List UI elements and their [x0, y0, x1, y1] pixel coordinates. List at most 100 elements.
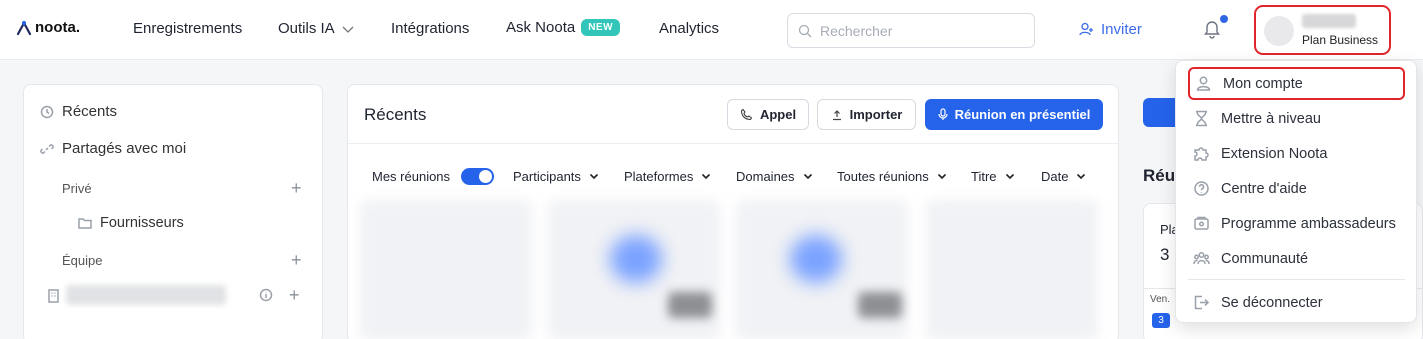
- logout-icon: [1194, 295, 1210, 310]
- logout-label: Se déconnecter: [1221, 294, 1323, 311]
- menu-item-logout[interactable]: Se déconnecter: [1176, 286, 1416, 319]
- menu-item-ambassador-program[interactable]: Programme ambassadeurs: [1176, 207, 1416, 240]
- invite-button[interactable]: Inviter: [1079, 21, 1142, 38]
- nav-analytics[interactable]: Analytics: [659, 20, 719, 37]
- domains-filter[interactable]: Domaines: [736, 169, 813, 184]
- team-section-label: Équipe: [62, 253, 103, 268]
- blurred-meeting-graphic: [790, 235, 842, 283]
- notification-dot: [1220, 15, 1228, 23]
- avatar: [1264, 16, 1294, 46]
- gift-card-icon: [1194, 216, 1209, 230]
- search-box[interactable]: [787, 13, 1035, 48]
- menu-item-extension[interactable]: Extension Noota: [1176, 137, 1416, 170]
- call-button-label: Appel: [759, 107, 797, 122]
- info-icon[interactable]: [259, 288, 273, 302]
- meeting-card[interactable]: [360, 200, 532, 339]
- link-icon: [40, 143, 54, 154]
- in-person-meeting-label: Réunion en présentiel: [954, 107, 1091, 122]
- plan-label: Plan Business: [1302, 33, 1379, 47]
- add-team-item-button[interactable]: +: [289, 286, 300, 304]
- folder-icon: [78, 218, 92, 229]
- title-filter-label: Titre: [971, 169, 997, 184]
- domains-filter-label: Domaines: [736, 169, 795, 184]
- title-filter[interactable]: Titre: [971, 169, 1015, 184]
- nav-recordings-label: Enregistrements: [133, 20, 243, 37]
- nav-ask-noota-label: Ask Noota: [506, 19, 576, 36]
- top-navigation-bar: noota. Enregistrements Outils IA Intégra…: [0, 0, 1423, 60]
- new-badge: NEW: [581, 19, 621, 36]
- my-meetings-label: Mes réunions: [372, 169, 451, 184]
- participants-filter-label: Participants: [513, 169, 581, 184]
- menu-item-label: Centre d'aide: [1221, 180, 1307, 197]
- sidebar-item-recent[interactable]: Récents: [40, 103, 117, 120]
- blurred-team-name[interactable]: [66, 285, 226, 305]
- search-icon: [798, 24, 812, 37]
- blurred-duration-badge: [668, 292, 712, 318]
- nav-integrations[interactable]: Intégrations: [391, 20, 469, 37]
- card-value: 3: [1160, 245, 1170, 264]
- hourglass-icon: [1196, 110, 1207, 127]
- sidebar-item-recent-label: Récents: [62, 103, 118, 120]
- upload-icon: [832, 109, 841, 120]
- import-button-label: Importer: [849, 107, 903, 122]
- right-panel-title: Réu: [1143, 166, 1176, 185]
- menu-item-label: Programme ambassadeurs: [1221, 215, 1396, 232]
- chevron-down-icon: [342, 26, 354, 33]
- date-filter-label: Date: [1041, 169, 1069, 184]
- nav-ask-noota[interactable]: Ask Noota NEW: [506, 19, 621, 36]
- menu-item-label: Communauté: [1221, 250, 1309, 267]
- account-dropdown-menu: Mon compte Mettre à niveau Extension Noo…: [1175, 60, 1417, 323]
- my-meetings-filter-label: Mes réunions: [372, 169, 450, 184]
- nav-integrations-label: Intégrations: [391, 20, 470, 37]
- chevron-down-icon: [803, 173, 812, 180]
- platforms-filter-label: Plateformes: [624, 169, 694, 184]
- chevron-down-icon: [589, 173, 598, 180]
- nav-recordings[interactable]: Enregistrements: [133, 20, 242, 37]
- sidebar-item-shared[interactable]: Partagés avec moi: [40, 140, 186, 157]
- platforms-filter[interactable]: Plateformes: [624, 169, 711, 184]
- users-icon: [1193, 252, 1210, 265]
- help-circle-icon: [1194, 181, 1209, 196]
- add-user-icon: [1079, 22, 1093, 36]
- import-button[interactable]: Importer: [817, 99, 916, 130]
- menu-item-help-center[interactable]: Centre d'aide: [1176, 172, 1416, 205]
- chevron-down-icon: [1005, 173, 1014, 180]
- private-section-label: Privé: [62, 181, 92, 196]
- menu-item-my-account[interactable]: Mon compte: [1188, 67, 1405, 100]
- page-title: Récents: [364, 105, 427, 124]
- user-icon: [1196, 76, 1211, 91]
- call-button[interactable]: Appel: [727, 99, 809, 130]
- menu-item-community[interactable]: Communauté: [1176, 242, 1416, 275]
- menu-item-upgrade[interactable]: Mettre à niveau: [1176, 102, 1416, 135]
- nav-ai-tools[interactable]: Outils IA: [278, 20, 355, 37]
- header-divider: [348, 143, 1118, 144]
- my-meetings-toggle[interactable]: [461, 168, 494, 185]
- phone-icon: [740, 108, 753, 121]
- chevron-down-icon: [937, 173, 946, 180]
- meeting-card[interactable]: [926, 200, 1098, 339]
- noota-logo-icon: [16, 20, 32, 35]
- invite-label: Inviter: [1101, 21, 1142, 38]
- microphone-icon: [937, 108, 948, 120]
- nav-ai-tools-label: Outils IA: [278, 20, 335, 37]
- all-meetings-filter[interactable]: Toutes réunions: [837, 169, 947, 184]
- chevron-down-icon: [1077, 173, 1086, 180]
- bell-icon: [1204, 21, 1220, 39]
- search-input[interactable]: [820, 22, 1020, 39]
- chevron-down-icon: [702, 173, 711, 180]
- notifications-button[interactable]: [1203, 19, 1221, 42]
- add-team-folder-button[interactable]: +: [291, 251, 302, 269]
- in-person-meeting-button[interactable]: Réunion en présentiel: [925, 99, 1103, 130]
- profile-menu-button[interactable]: Plan Business: [1254, 5, 1391, 55]
- add-private-folder-button[interactable]: +: [291, 179, 302, 197]
- participants-filter[interactable]: Participants: [513, 169, 599, 184]
- date-filter[interactable]: Date: [1041, 169, 1086, 184]
- logo-text: noota.: [35, 19, 80, 36]
- noota-logo[interactable]: noota.: [16, 19, 80, 36]
- clock-icon: [40, 105, 54, 118]
- sidebar: Récents Partagés avec moi Privé + Fourni…: [23, 84, 323, 339]
- nav-analytics-label: Analytics: [659, 20, 720, 37]
- calendar-day-number[interactable]: 3: [1152, 313, 1170, 328]
- sidebar-item-folder[interactable]: Fournisseurs: [78, 215, 184, 231]
- building-icon: [48, 289, 59, 303]
